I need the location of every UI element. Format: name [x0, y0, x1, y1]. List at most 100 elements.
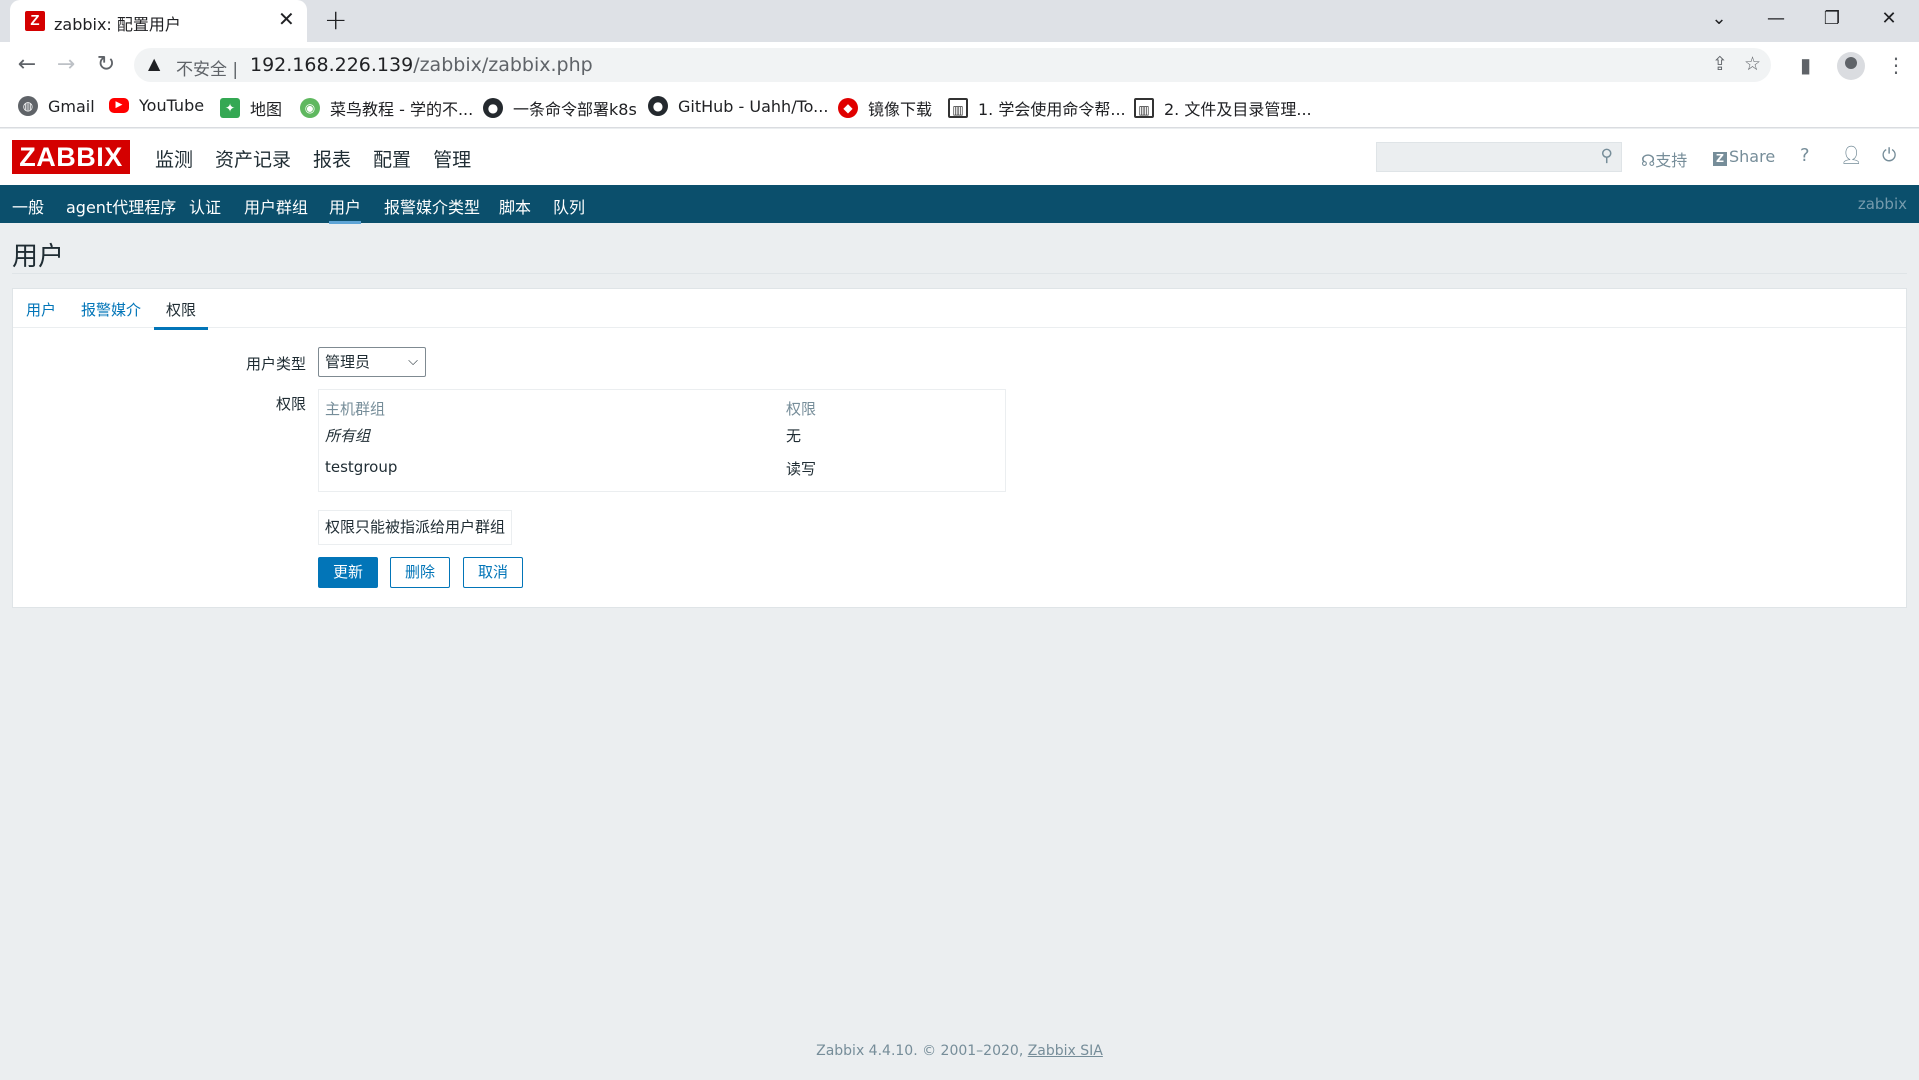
new-tab-button[interactable]: + — [324, 5, 347, 35]
sub-nav-scripts[interactable]: 脚本 — [499, 194, 531, 218]
global-search-input[interactable]: ⚲ — [1376, 142, 1622, 172]
footer-link[interactable]: Zabbix SIA — [1028, 1043, 1103, 1059]
chevron-down-icon: ⌵ — [408, 354, 418, 369]
book-icon: ▥ — [1134, 98, 1154, 118]
sub-nav: 一般 agent代理程序 认证 用户群组 用户 报警媒介类型 脚本 队列 zab… — [0, 185, 1919, 224]
url-host: 192.168.226.139 — [250, 54, 414, 76]
github-icon: ● — [648, 96, 668, 116]
bookmark-mirror[interactable]: ◆ 镜像下载 — [838, 96, 932, 120]
sub-nav-media-types[interactable]: 报警媒介类型 — [384, 194, 480, 218]
bookmark-file-mgmt[interactable]: ▥ 2. 文件及目录管理... — [1134, 96, 1312, 120]
main-nav: 监测 资产记录 报表 配置 管理 — [155, 145, 493, 194]
support-label: 支持 — [1655, 151, 1688, 170]
cancel-button[interactable]: 取消 — [463, 557, 523, 588]
bookmark-label: GitHub - Uahh/To... — [678, 96, 829, 116]
perm-row-permission: 读写 — [786, 460, 817, 478]
user-type-select[interactable]: 管理员 ⌵ — [318, 347, 426, 377]
zabbix-logo[interactable]: ZABBIX — [12, 140, 130, 174]
url-path: /zabbix/zabbix.php — [413, 54, 593, 76]
server-name: zabbix — [1857, 195, 1907, 213]
profile-avatar-icon[interactable] — [1837, 52, 1865, 80]
book-icon: ▥ — [948, 98, 968, 118]
search-icon[interactable]: ⚲ — [1601, 146, 1613, 166]
update-button[interactable]: 更新 — [318, 557, 378, 588]
runoob-icon: ◉ — [300, 98, 320, 118]
bookmark-gmail[interactable]: ◍ Gmail — [18, 96, 95, 116]
support-link[interactable]: ☊支持 — [1641, 147, 1687, 171]
main-nav-reports[interactable]: 报表 — [313, 145, 351, 172]
redhat-icon: ◆ — [838, 98, 858, 118]
main-nav-monitoring[interactable]: 监测 — [155, 145, 193, 172]
bookmarks-bar: ◍ Gmail ▶ YouTube ✦ 地图 ◉ 菜鸟教程 - 学的不... ● 一条命令… — [0, 88, 1919, 128]
main-nav-inventory[interactable]: 资产记录 — [215, 145, 291, 172]
form-tabs: 用户 报警媒介 权限 — [13, 289, 1906, 330]
title-divider — [12, 273, 1907, 274]
bookmark-runoob[interactable]: ◉ 菜鸟教程 - 学的不... — [300, 96, 473, 120]
bookmark-label: 地图 — [250, 100, 283, 119]
reload-icon[interactable]: ↻ — [92, 51, 120, 79]
bookmark-label: Gmail — [48, 96, 95, 116]
tab-search-chevron-icon[interactable]: ⌄ — [1704, 6, 1734, 32]
sub-nav-proxies[interactable]: agent代理程序 — [66, 194, 176, 218]
perm-row-permission: 无 — [786, 427, 802, 445]
zabbix-share-icon: Z — [1713, 152, 1727, 166]
zabbix-header: ZABBIX 监测 资产记录 报表 配置 管理 ⚲ ☊支持 Z Share ? 👤… — [0, 129, 1919, 194]
tab-media[interactable]: 报警媒介 — [81, 299, 141, 320]
forward-arrow-icon[interactable]: → — [52, 51, 80, 79]
share-page-icon[interactable]: ⇪ — [1712, 53, 1728, 75]
bookmark-label: 菜鸟教程 - 学的不... — [330, 100, 474, 119]
user-profile-icon[interactable]: 👤︎ — [1840, 145, 1863, 166]
warning-icon[interactable]: ▲ — [148, 54, 160, 73]
headset-icon: ☊ — [1641, 151, 1656, 170]
main-nav-configuration[interactable]: 配置 — [373, 145, 411, 172]
bookmark-label: 镜像下载 — [868, 100, 933, 119]
chrome-menu-icon[interactable]: ⋮ — [1886, 51, 1906, 79]
tab-title: zabbix: 配置用户 — [54, 15, 181, 34]
browser-tab[interactable]: Z zabbix: 配置用户 ✕ — [10, 0, 307, 42]
github-icon: ● — [483, 98, 503, 118]
permissions-label: 权限 — [275, 395, 306, 413]
minimize-icon[interactable]: — — [1761, 6, 1791, 32]
address-bar[interactable]: ▲ 不安全 | 192.168.226.139/zabbix/zabbix.ph… — [134, 48, 1771, 82]
window-close-icon[interactable]: ✕ — [1874, 6, 1904, 32]
sign-out-icon[interactable]: ⏻ — [1882, 145, 1896, 166]
perm-row-group: 所有组 — [325, 427, 371, 445]
youtube-icon: ▶ — [109, 98, 129, 113]
bookmark-star-icon[interactable]: ☆ — [1744, 53, 1761, 75]
page-title: 用户 — [12, 242, 65, 272]
zabbix-favicon-icon: Z — [25, 11, 45, 31]
side-panel-icon[interactable]: ▮ — [1800, 51, 1811, 79]
sub-nav-user-groups[interactable]: 用户群组 — [244, 194, 308, 218]
share-link[interactable]: Z Share — [1713, 147, 1775, 166]
delete-button[interactable]: 删除 — [390, 557, 450, 588]
footer-text: Zabbix 4.4.10. © 2001–2020, — [816, 1043, 1024, 1059]
tab-user[interactable]: 用户 — [26, 299, 56, 320]
bookmark-label: YouTube — [139, 96, 205, 115]
bookmark-linux-help[interactable]: ▥ 1. 学会使用命令帮... — [948, 96, 1126, 120]
main-nav-administration[interactable]: 管理 — [433, 145, 471, 194]
url-text[interactable]: 192.168.226.139/zabbix/zabbix.php — [250, 54, 593, 76]
back-arrow-icon[interactable]: ← — [13, 51, 41, 79]
restore-icon[interactable]: ❐ — [1817, 6, 1847, 32]
perm-row-group: testgroup — [325, 458, 398, 476]
sub-nav-authentication[interactable]: 认证 — [189, 194, 221, 218]
insecure-label[interactable]: 不安全 | — [176, 55, 238, 80]
bookmark-label: 2. 文件及目录管理... — [1164, 100, 1312, 119]
footer: Zabbix 4.4.10. © 2001–2020, Zabbix SIA — [0, 1043, 1919, 1059]
maps-icon: ✦ — [220, 98, 240, 118]
sub-nav-users[interactable]: 用户 — [329, 194, 362, 224]
sub-nav-queue[interactable]: 队列 — [553, 194, 585, 218]
browser-tab-strip: Z zabbix: 配置用户 ✕ + ⌄ — ❐ ✕ — [0, 0, 1919, 42]
permissions-table: 主机群组 权限 所有组 无 testgroup 读写 — [318, 389, 1006, 492]
bookmark-youtube[interactable]: ▶ YouTube — [109, 96, 204, 115]
bookmark-github[interactable]: ● GitHub - Uahh/To... — [648, 96, 828, 116]
user-type-label: 用户类型 — [245, 355, 306, 373]
bookmark-k8s[interactable]: ● 一条命令部署k8s — [483, 96, 637, 120]
bookmark-maps[interactable]: ✦ 地图 — [220, 96, 282, 120]
help-icon[interactable]: ? — [1800, 145, 1810, 166]
perm-header-group: 主机群组 — [325, 400, 386, 418]
sub-nav-general[interactable]: 一般 — [12, 194, 44, 218]
tab-permissions[interactable]: 权限 — [153, 299, 209, 330]
tab-close-icon[interactable]: ✕ — [278, 8, 295, 30]
user-type-value: 管理员 — [325, 353, 371, 371]
